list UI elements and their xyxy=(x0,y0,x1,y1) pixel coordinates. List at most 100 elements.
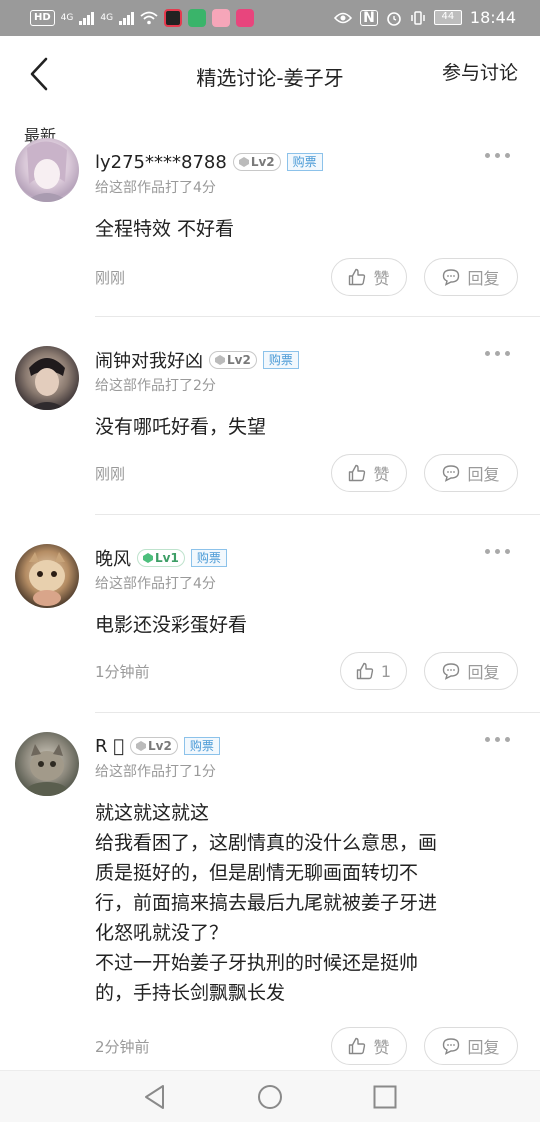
network-type-2: 4G xyxy=(100,13,114,23)
reply-button[interactable]: 回复 xyxy=(424,1027,518,1065)
ticket-tag: 购票 xyxy=(183,737,220,755)
like-count: 1 xyxy=(380,661,392,681)
comment-line: 不过一开始姜子牙执刑的时候还是挺帅 xyxy=(95,952,419,974)
triangle-back-icon[interactable] xyxy=(141,1083,169,1111)
rating-text: 给这部作品打了4分 xyxy=(95,576,216,592)
comment-line: 化怒吼就没了？ xyxy=(95,922,229,944)
signal-icon xyxy=(79,11,95,25)
join-discussion-button[interactable]: 参与讨论 xyxy=(442,58,518,85)
comment-divider xyxy=(95,712,540,713)
eye-icon xyxy=(334,12,353,23)
comment-line: 质是挺好的，但是剧情无聊画面转切不 xyxy=(95,862,419,884)
avatar[interactable] xyxy=(15,346,79,410)
avatar[interactable] xyxy=(15,544,79,608)
comment-body: 全程特效 不好看 xyxy=(95,214,515,244)
speech-bubble-icon xyxy=(443,465,460,482)
like-button[interactable]: 1 xyxy=(340,652,407,690)
like-button[interactable]: 赞 xyxy=(331,258,407,296)
reply-label: 回复 xyxy=(467,269,500,288)
level-text: Lv2 xyxy=(148,739,172,753)
comment-header: R 󰀀 Lv2 购票 xyxy=(95,734,220,758)
username[interactable]: R 󰀀 xyxy=(95,736,124,757)
vibrate-icon xyxy=(411,10,425,25)
comment-footer: 1分钟前 1 回复 xyxy=(95,652,520,690)
thumbs-up-icon xyxy=(356,662,374,680)
avatar[interactable] xyxy=(15,138,79,202)
comment-body: 电影还没彩蛋好看 xyxy=(95,610,515,640)
comment-line: 电影还没彩蛋好看 xyxy=(95,614,248,636)
video-app-icon xyxy=(188,9,207,27)
like-button[interactable]: 赞 xyxy=(331,454,407,492)
comment-divider xyxy=(95,316,540,317)
reply-button[interactable]: 回复 xyxy=(424,454,518,492)
avatar[interactable] xyxy=(15,732,79,796)
comment-line: 给我看困了，这剧情真的没什么意思，画 xyxy=(95,832,438,854)
like-label: 赞 xyxy=(373,465,390,484)
comment-body: 就这就这就这 给我看困了，这剧情真的没什么意思，画 质是挺好的，但是剧情无聊画面… xyxy=(95,798,515,1008)
level-gem-icon xyxy=(238,157,249,167)
reply-button[interactable]: 回复 xyxy=(424,258,518,296)
avatar-image xyxy=(25,141,69,202)
avatar-image xyxy=(27,358,67,410)
ticket-tag: 购票 xyxy=(286,153,323,171)
reply-label: 回复 xyxy=(467,465,500,484)
comment-line: 全程特效 不好看 xyxy=(95,218,235,240)
level-gem-icon xyxy=(215,355,225,365)
clock: 18:44 xyxy=(469,8,516,27)
comment-body: 没有哪吒好看，失望 xyxy=(95,412,515,442)
like-label: 赞 xyxy=(373,269,390,288)
speech-bubble-icon xyxy=(443,269,460,286)
square-recent-icon[interactable] xyxy=(371,1083,399,1111)
more-options-button[interactable] xyxy=(485,737,510,742)
level-gem-icon xyxy=(143,553,153,563)
comment-footer: 刚刚 赞 回复 xyxy=(95,258,520,296)
timestamp: 1分钟前 xyxy=(95,663,150,681)
ticket-tag: 购票 xyxy=(262,351,299,369)
rating-text: 给这部作品打了1分 xyxy=(95,764,216,780)
thumbs-up-icon xyxy=(349,1037,366,1055)
rating-text: 给这部作品打了4分 xyxy=(95,180,216,196)
like-button[interactable]: 赞 xyxy=(331,1027,407,1065)
comment-header: 晚风 Lv1 购票 xyxy=(95,546,227,570)
level-badge: Lv1 xyxy=(137,549,185,567)
level-text: Lv2 xyxy=(227,353,251,367)
play-app-icon xyxy=(236,9,255,27)
thumbs-up-icon xyxy=(349,464,366,482)
avatar-image xyxy=(27,744,67,796)
pig-app-icon xyxy=(212,9,231,27)
username[interactable]: ly275****8788 xyxy=(95,152,227,173)
comment-header: ly275****8788 Lv2 购票 xyxy=(95,150,323,174)
alarm-icon xyxy=(387,11,401,26)
level-gem-icon xyxy=(136,741,147,751)
reply-label: 回复 xyxy=(467,1038,500,1057)
speech-bubble-icon xyxy=(443,1038,460,1055)
more-options-button[interactable] xyxy=(485,351,510,356)
level-text: Lv1 xyxy=(155,551,179,565)
status-bar: HD 4G 4G N 44 18:44 xyxy=(0,0,540,36)
thumbs-up-icon xyxy=(349,268,366,286)
wifi-icon xyxy=(140,11,158,25)
username[interactable]: 晚风 xyxy=(95,545,131,571)
reply-button[interactable]: 回复 xyxy=(424,652,518,690)
network-type-1: 4G xyxy=(60,13,74,23)
app-notification-icon xyxy=(164,9,183,27)
signal-icon-2 xyxy=(119,11,135,25)
comment-footer: 刚刚 赞 回复 xyxy=(95,454,520,492)
rating-text: 给这部作品打了2分 xyxy=(95,378,216,394)
level-text: Lv2 xyxy=(250,155,275,169)
comment-line: 就这就这就这 xyxy=(95,802,210,824)
avatar-image xyxy=(29,552,65,606)
username[interactable]: 闹钟对我好凶 xyxy=(95,347,203,373)
like-label: 赞 xyxy=(373,1038,390,1057)
status-bar-right: N 44 18:44 xyxy=(334,8,516,27)
circle-home-icon[interactable] xyxy=(256,1083,284,1111)
ticket-tag: 购票 xyxy=(190,549,227,567)
timestamp: 刚刚 xyxy=(95,269,126,287)
timestamp: 刚刚 xyxy=(95,465,126,483)
timestamp: 2分钟前 xyxy=(95,1038,150,1056)
nfc-icon: N xyxy=(360,9,378,26)
system-nav-bar xyxy=(0,1070,540,1122)
comment-divider xyxy=(95,514,540,515)
more-options-button[interactable] xyxy=(485,153,510,158)
more-options-button[interactable] xyxy=(485,549,510,554)
